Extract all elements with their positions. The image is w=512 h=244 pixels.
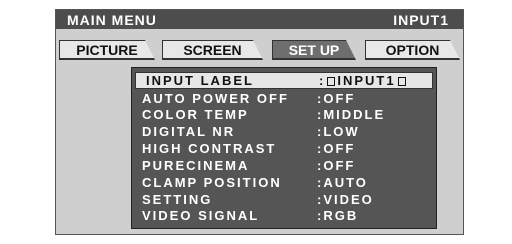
tab-screen-label: SCREEN xyxy=(183,42,242,58)
menu-item-value: :OFF xyxy=(317,158,356,173)
menu-item-label: DIGITAL NR xyxy=(142,124,236,139)
tab-picture-label: PICTURE xyxy=(76,42,138,58)
tab-option[interactable]: OPTION xyxy=(365,40,460,60)
cursor-box-icon xyxy=(397,77,406,87)
menu-item-value: :AUTO xyxy=(317,175,368,190)
input-indicator: INPUT1 xyxy=(393,12,449,28)
menu-item-value: :MIDDLE xyxy=(317,107,386,122)
menu-item-label: SETTING xyxy=(142,192,213,207)
title-bar: MAIN MENU INPUT1 xyxy=(56,10,463,29)
tab-corner xyxy=(253,40,263,60)
menu-item-high-contrast[interactable]: HIGH CONTRAST :OFF xyxy=(137,141,429,157)
tab-corner xyxy=(346,40,356,60)
menu-item-label: COLOR TEMP xyxy=(142,107,249,122)
menu-item-value: :OFF xyxy=(317,91,356,106)
menu-item-value: :VIDEO xyxy=(317,192,374,207)
menu-item-label: CLAMP POSITION xyxy=(142,175,282,190)
main-menu-panel: MAIN MENU INPUT1 PICTURE SCREEN SET UP O… xyxy=(55,9,464,235)
tab-picture[interactable]: PICTURE xyxy=(59,40,155,60)
menu-item-color-temp[interactable]: COLOR TEMP :MIDDLE xyxy=(137,107,429,123)
label-bracket-icon xyxy=(327,77,336,87)
menu-title: MAIN MENU xyxy=(67,12,157,28)
osd-screen: MAIN MENU INPUT1 PICTURE SCREEN SET UP O… xyxy=(0,0,512,244)
menu-item-label: INPUT LABEL xyxy=(146,73,254,88)
menu-item-auto-power-off[interactable]: AUTO POWER OFF :OFF xyxy=(137,91,429,107)
menu-item-value: :OFF xyxy=(317,141,356,156)
menu-item-value: :LOW xyxy=(317,124,360,139)
menu-item-input-label[interactable]: INPUT LABEL : INPUT1 xyxy=(135,72,433,89)
menu-item-label: VIDEO SIGNAL xyxy=(142,208,260,223)
menu-item-label: PURECINEMA xyxy=(142,158,250,173)
tab-corner xyxy=(145,40,155,60)
setup-menu-list: INPUT LABEL : INPUT1 AUTO POWER OFF :OFF … xyxy=(131,67,437,229)
tab-screen[interactable]: SCREEN xyxy=(162,40,263,60)
menu-item-setting[interactable]: SETTING :VIDEO xyxy=(137,192,429,208)
tab-option-label: OPTION xyxy=(385,42,440,58)
tab-bar: PICTURE SCREEN SET UP OPTION xyxy=(56,40,463,62)
menu-item-clamp-position[interactable]: CLAMP POSITION :AUTO xyxy=(137,175,429,191)
menu-item-digital-nr[interactable]: DIGITAL NR :LOW xyxy=(137,124,429,140)
tab-setup[interactable]: SET UP xyxy=(272,40,356,60)
menu-item-value: :RGB xyxy=(317,208,359,223)
menu-item-label: AUTO POWER OFF xyxy=(142,91,289,106)
tab-corner xyxy=(450,40,460,60)
menu-item-label: HIGH CONTRAST xyxy=(142,141,277,156)
menu-item-purecinema[interactable]: PURECINEMA :OFF xyxy=(137,158,429,174)
menu-item-video-signal[interactable]: VIDEO SIGNAL :RGB xyxy=(137,208,429,224)
tab-setup-label: SET UP xyxy=(288,42,340,58)
menu-item-value: : INPUT1 xyxy=(319,73,408,89)
